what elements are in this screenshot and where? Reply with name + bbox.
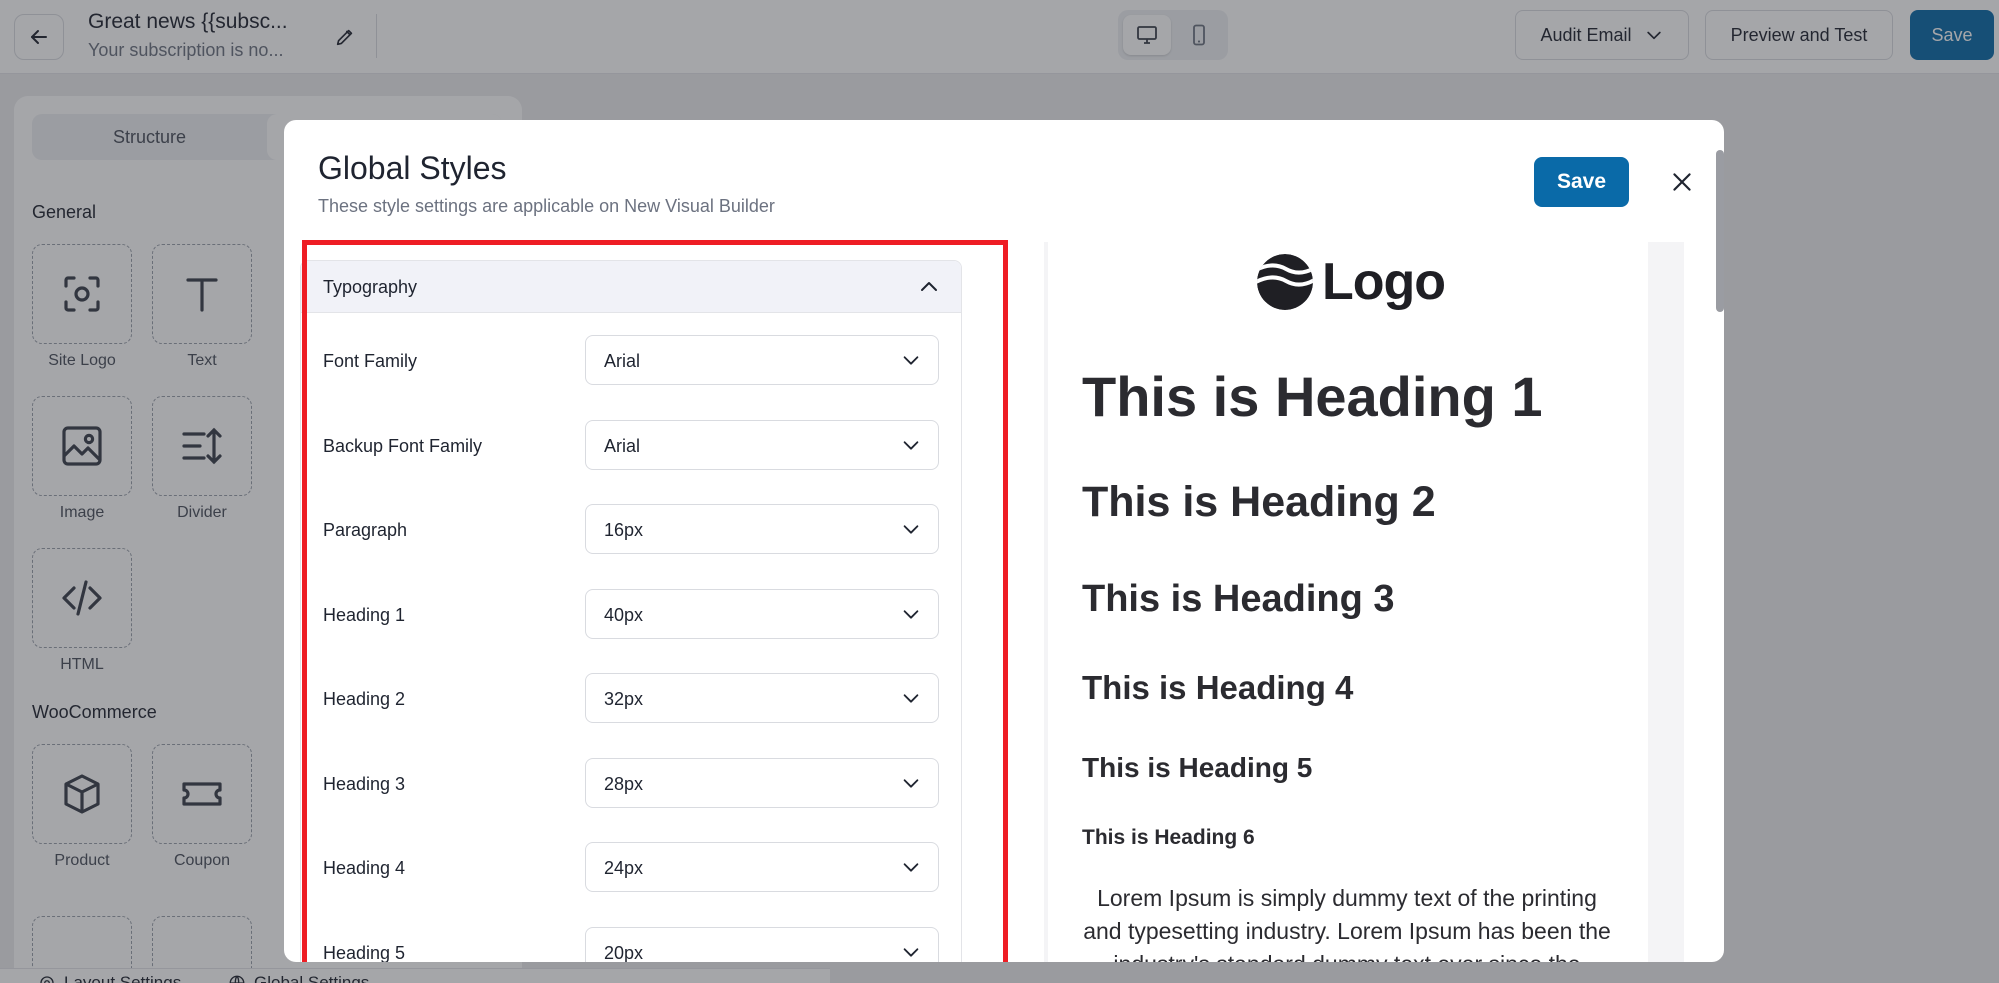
scrollbar[interactable] (1716, 150, 1724, 312)
close-button[interactable] (1664, 164, 1700, 200)
modal-title: Global Styles (318, 150, 507, 186)
preview-paragraph: Lorem Ipsum is simply dummy text of the … (1083, 885, 1611, 962)
modal-save-label: Save (1556, 170, 1607, 193)
email-preview: Logo This is Heading 1 This is Heading 2… (1048, 242, 1648, 962)
preview-heading-4: This is Heading 4 (1082, 669, 1354, 706)
close-icon (1673, 173, 1691, 191)
modal-save-button[interactable]: Save (1534, 157, 1629, 207)
preview-heading-5: This is Heading 5 (1082, 752, 1313, 783)
modal-subtitle: These style settings are applicable on N… (318, 196, 775, 216)
preview-heading-1: This is Heading 1 (1082, 365, 1543, 428)
preview-heading-6: This is Heading 6 (1082, 826, 1255, 849)
preview-heading-3: This is Heading 3 (1082, 578, 1395, 620)
preview-logo: Logo (1256, 252, 1446, 312)
logo-text: Logo (1322, 253, 1446, 311)
highlight-frame (302, 240, 1008, 962)
global-styles-modal: Global Styles These style settings are a… (284, 120, 1724, 962)
logo-mark-icon (1257, 254, 1313, 310)
preview-heading-2: This is Heading 2 (1082, 478, 1436, 526)
